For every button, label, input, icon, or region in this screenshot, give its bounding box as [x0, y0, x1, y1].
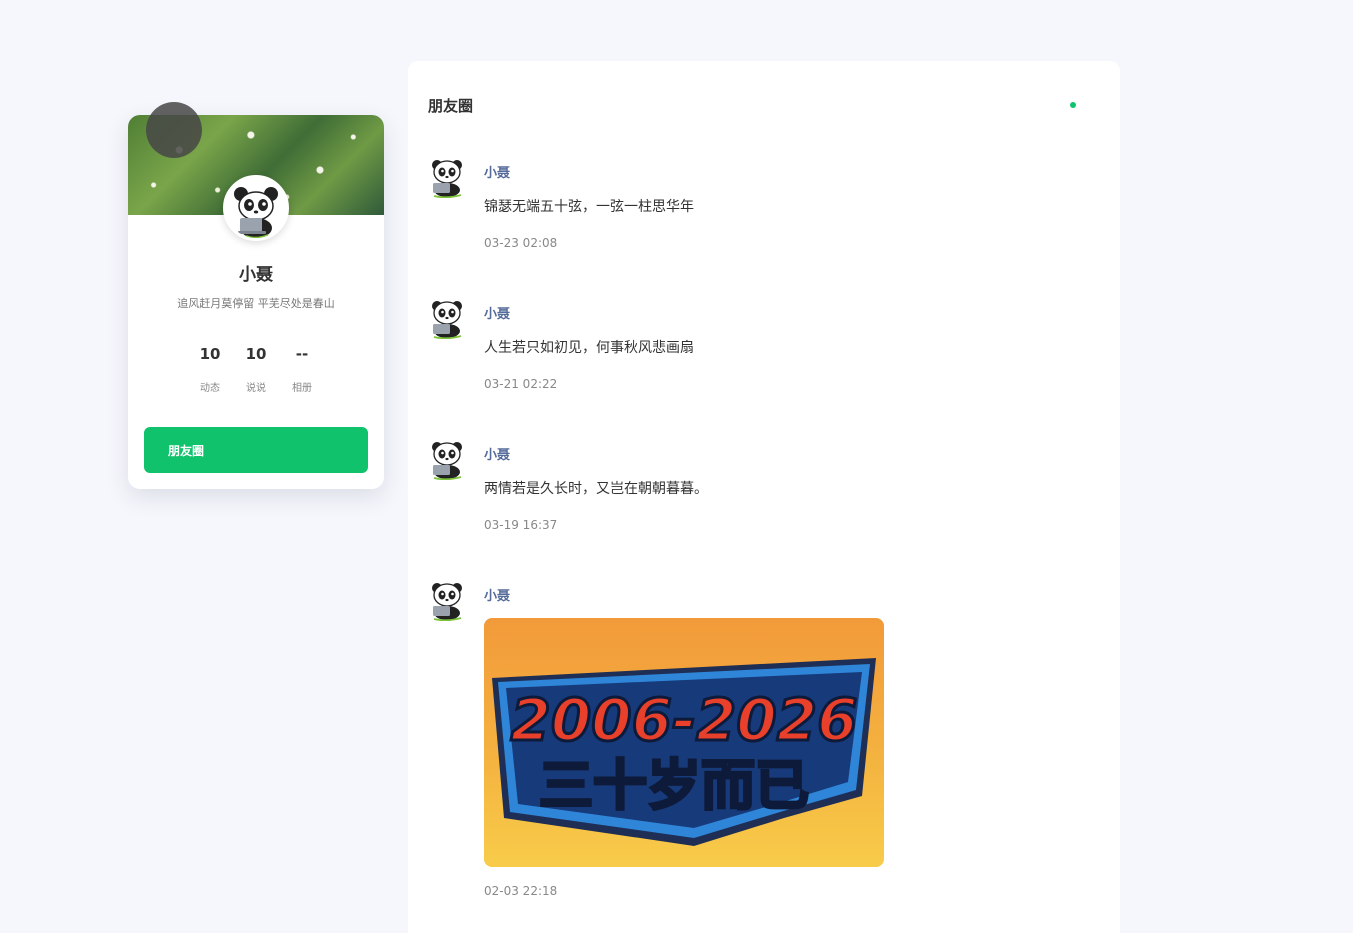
- post-author[interactable]: 小聂: [484, 585, 510, 604]
- post-avatar[interactable]: [428, 156, 466, 198]
- post-image-graphic: 2006-2026 三十岁而已: [484, 618, 884, 867]
- post-time: 02-03 22:18: [484, 884, 558, 898]
- stat-album-value: --: [295, 345, 309, 363]
- profile-name: 小聂: [239, 265, 273, 285]
- panda-icon: [226, 178, 286, 238]
- post-image-line2: 三十岁而已: [539, 754, 809, 817]
- post-time: 03-23 02:08: [484, 236, 558, 250]
- stat-shuoshuo-label: 说说: [246, 383, 266, 394]
- post-time: 03-21 02:22: [484, 377, 558, 391]
- post-author[interactable]: 小聂: [484, 303, 510, 322]
- feed-panel: 朋友圈 小聂 锦瑟无端五十弦，一弦一柱思华年 03-23 02:08 小聂 人生…: [408, 61, 1120, 933]
- profile-avatar[interactable]: [223, 175, 289, 241]
- post-text: 两情若是久长时，又岂在朝朝暮暮。: [484, 481, 708, 497]
- post-image-line1: 2006-2026: [511, 686, 858, 754]
- feed-title: 朋友圈: [428, 97, 474, 115]
- post-time: 03-19 16:37: [484, 518, 558, 532]
- post-text: 人生若只如初见，何事秋风悲画扇: [484, 340, 694, 356]
- status-dot: [1070, 102, 1076, 108]
- post-avatar[interactable]: [428, 297, 466, 339]
- panda-icon: [432, 301, 462, 339]
- cover-overlay-circle: [146, 102, 202, 158]
- profile-card: 小聂 追风赶月莫停留 平芜尽处是春山 10 动态 10 说说 -- 相册 朋友圈: [128, 115, 384, 489]
- post-author[interactable]: 小聂: [484, 444, 510, 463]
- stat-shuoshuo-value: 10: [245, 345, 267, 363]
- stat-posts-value: 10: [199, 345, 221, 363]
- post-text: 锦瑟无端五十弦，一弦一柱思华年: [484, 199, 694, 215]
- post-image[interactable]: 2006-2026 三十岁而已: [484, 618, 884, 867]
- stat-album[interactable]: -- 相册: [282, 345, 322, 394]
- panda-icon: [432, 160, 462, 198]
- profile-bio: 追风赶月莫停留 平芜尽处是春山: [177, 297, 335, 310]
- panda-icon: [432, 442, 462, 480]
- stat-posts[interactable]: 10 动态: [190, 345, 230, 394]
- stat-shuoshuo[interactable]: 10 说说: [236, 345, 276, 394]
- post-author[interactable]: 小聂: [484, 162, 510, 181]
- post-avatar[interactable]: [428, 579, 466, 621]
- stat-posts-label: 动态: [200, 383, 220, 394]
- stat-album-label: 相册: [292, 383, 312, 394]
- panda-icon: [432, 583, 462, 621]
- post-avatar[interactable]: [428, 438, 466, 480]
- friends-circle-button[interactable]: 朋友圈: [144, 427, 368, 473]
